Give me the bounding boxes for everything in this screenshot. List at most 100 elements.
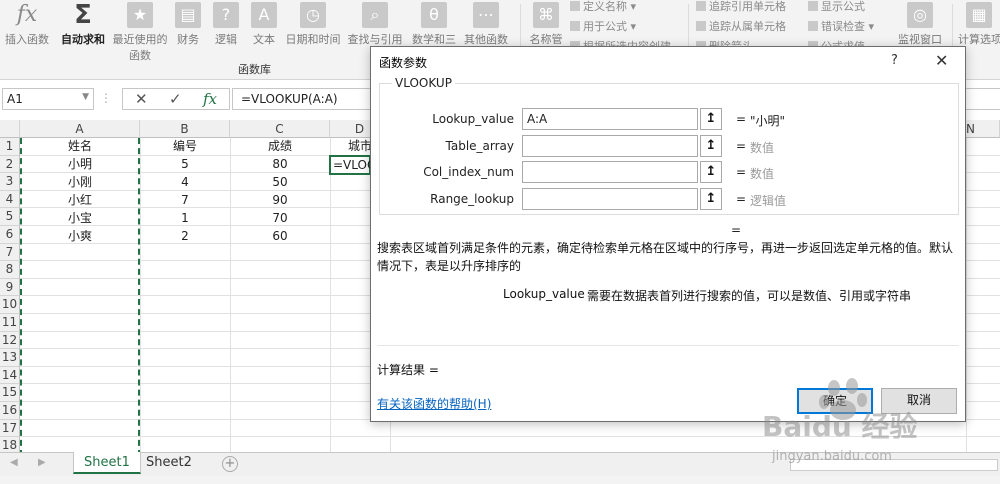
cell-a1[interactable]: 姓名 (20, 138, 140, 155)
watermark-url: jingyan.baidu.com (771, 449, 892, 464)
question-book-icon: ? (213, 2, 239, 28)
arg-label-table-array: Table_array (445, 139, 515, 153)
use-in-formula-button[interactable]: 用于公式 ▾ (570, 18, 636, 34)
arg-eq: = (736, 192, 747, 206)
cell-b6[interactable]: 2 (140, 228, 230, 245)
add-sheet-icon[interactable]: + (222, 456, 238, 472)
text-button[interactable]: A 文本 (248, 0, 280, 60)
table-array-input[interactable] (522, 135, 698, 157)
row-header[interactable]: 16 (0, 402, 20, 420)
calc-result: 计算结果 = (377, 363, 439, 377)
show-formulas-button[interactable]: 显示公式 (808, 0, 865, 14)
row-header[interactable]: 6 (0, 226, 20, 244)
watermark-brand: Baidu 经验 (762, 410, 918, 443)
autosum-button[interactable]: Σ 自动求和 (56, 0, 110, 60)
arg-description-text: 需要在数据表首列进行搜索的值，可以是数值、引用或字符串 (587, 289, 912, 303)
cell-c2[interactable]: 80 (230, 156, 330, 173)
cell-a3[interactable]: 小刚 (20, 174, 140, 191)
formula-icon (570, 21, 580, 31)
row-header[interactable]: 7 (0, 243, 20, 262)
cell-c5[interactable]: 70 (230, 210, 330, 227)
cell-c4[interactable]: 90 (230, 192, 330, 209)
grid-line (966, 138, 967, 454)
name-box[interactable]: A1 ▼ (2, 88, 94, 110)
logical-button[interactable]: ? 逻辑 (210, 0, 242, 60)
cell-b1[interactable]: 编号 (140, 138, 230, 155)
cell-c1[interactable]: 成绩 (230, 138, 330, 155)
cell-c6[interactable]: 60 (230, 228, 330, 245)
row-header[interactable]: 3 (0, 173, 20, 191)
cell-a6[interactable]: 小爽 (20, 228, 140, 245)
dialog-title-bar[interactable]: 函数参数 ? ✕ (371, 47, 965, 77)
arg-result-table-array: 数值 (750, 141, 775, 155)
lookup-value-input[interactable]: A:A (522, 108, 698, 130)
error-checking-button[interactable]: 错误检查 ▾ (808, 18, 874, 34)
trace-dependents-button[interactable]: 追踪从属单元格 (696, 18, 786, 34)
clock-icon: ◷ (300, 2, 326, 28)
arg-eq: = (736, 165, 747, 179)
function-name: VLOOKUP (392, 76, 455, 90)
close-icon[interactable]: ✕ (935, 51, 948, 70)
collapse-dialog-icon[interactable]: ↥ (700, 135, 722, 157)
row-header[interactable]: 12 (0, 331, 20, 350)
chevron-down-icon[interactable]: ▼ (82, 92, 89, 102)
datetime-button[interactable]: ◷ 日期和时间 (282, 0, 344, 60)
cell-a5[interactable]: 小宝 (20, 210, 140, 227)
arg-eq: = (736, 139, 747, 153)
range-lookup-input[interactable] (522, 188, 698, 210)
row-header[interactable]: 14 (0, 366, 20, 385)
cell-c3[interactable]: 50 (230, 174, 330, 191)
col-index-num-input[interactable] (522, 161, 698, 183)
trace-precedents-button[interactable]: 追踪引用单元格 (696, 0, 786, 14)
tab-sheet1[interactable]: Sheet1 (73, 452, 141, 474)
collapse-dialog-icon[interactable]: ↥ (700, 161, 722, 183)
cell-a2[interactable]: 小明 (20, 156, 140, 173)
grid-line (330, 138, 331, 454)
collapse-dialog-icon[interactable]: ↥ (700, 108, 722, 130)
row-header[interactable]: 4 (0, 190, 20, 209)
collapse-dialog-icon[interactable]: ↥ (700, 188, 722, 210)
financial-button[interactable]: ▤ 财务 (172, 0, 204, 60)
row-header[interactable]: 10 (0, 296, 20, 314)
book-icon: ▤ (175, 2, 201, 28)
dialog-title: 函数参数 (379, 56, 428, 70)
fx-icon[interactable]: fx (203, 90, 217, 108)
cell-b2[interactable]: 5 (140, 156, 230, 173)
cell-b5[interactable]: 1 (140, 210, 230, 227)
tab-sheet2[interactable]: Sheet2 (136, 452, 202, 474)
tab-next-icon[interactable]: ▶ (38, 457, 46, 468)
recent-functions-button[interactable]: ★ 最近使用的函数 (110, 0, 170, 62)
select-all-corner[interactable] (0, 120, 20, 138)
define-name-icon (570, 1, 580, 11)
row-header[interactable]: 1 (0, 138, 20, 156)
row-header[interactable]: 13 (0, 349, 20, 367)
cell-b3[interactable]: 4 (140, 174, 230, 191)
col-header-a[interactable]: A (20, 120, 140, 138)
row-header[interactable]: 5 (0, 208, 20, 226)
active-cell-d2[interactable]: =VLOOKUP (329, 155, 371, 175)
status-bar (0, 476, 1000, 484)
star-icon: ★ (127, 2, 153, 28)
function-arguments-dialog: 函数参数 ? ✕ VLOOKUP Lookup_value A:A ↥ = "小… (370, 46, 966, 422)
cancel-icon[interactable]: ✕ (135, 90, 148, 108)
row-header[interactable]: 8 (0, 261, 20, 279)
help-icon[interactable]: ? (891, 53, 898, 68)
row-header[interactable]: 11 (0, 314, 20, 332)
tab-prev-icon[interactable]: ◀ (10, 457, 18, 468)
divider (377, 345, 959, 346)
row-header[interactable]: 15 (0, 384, 20, 402)
define-name-button[interactable]: 定义名称 ▾ (570, 0, 636, 14)
row-header[interactable]: 9 (0, 278, 20, 297)
function-help-link[interactable]: 有关该函数的帮助(H) (377, 395, 491, 412)
glasses-icon: ◎ (907, 2, 933, 28)
cell-a4[interactable]: 小红 (20, 192, 140, 209)
drag-handle-icon[interactable]: ⋮ (100, 91, 112, 105)
row-header[interactable]: 17 (0, 419, 20, 438)
col-header-c[interactable]: C (230, 120, 330, 138)
enter-icon[interactable]: ✓ (169, 90, 182, 108)
cell-b4[interactable]: 7 (140, 192, 230, 209)
insert-function-button[interactable]: fx 插入函数 (2, 0, 52, 60)
row-header[interactable]: 2 (0, 155, 20, 174)
group-label: 函数库 (238, 63, 271, 76)
col-header-b[interactable]: B (140, 120, 230, 138)
